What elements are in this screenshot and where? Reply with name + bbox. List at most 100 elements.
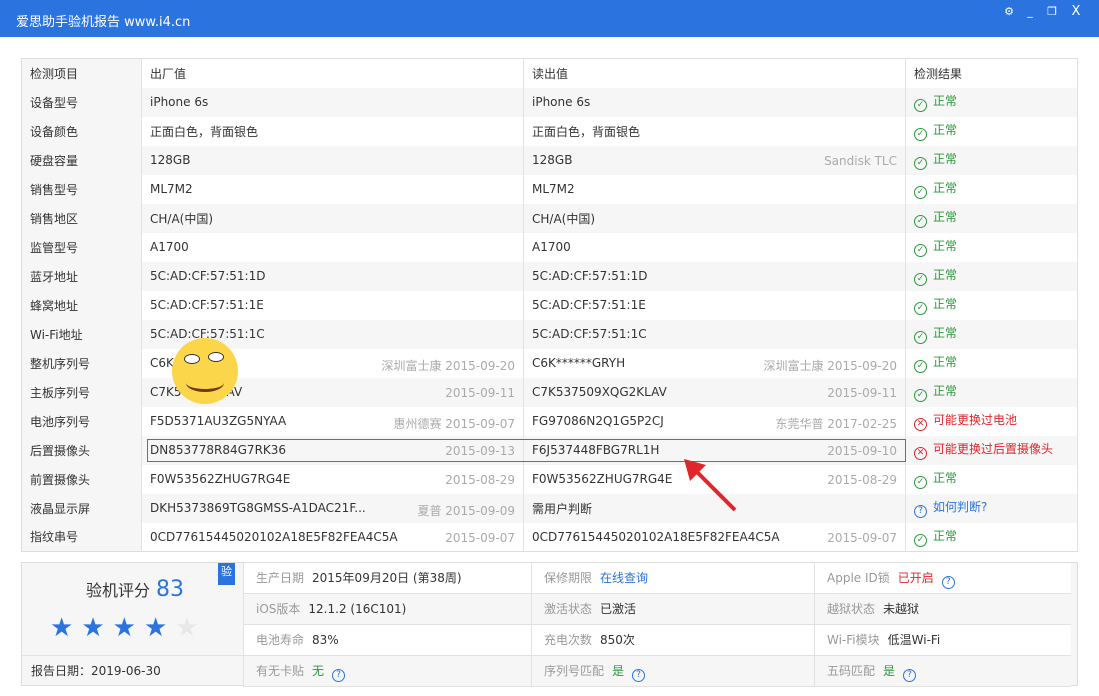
factory-text: 正面白色，背面银色 <box>150 124 259 139</box>
header-factory: 出厂值 <box>141 58 524 88</box>
read-text: C7K537509XQG2KLAV <box>532 385 667 399</box>
summary-value: 已开启 <box>897 571 934 585</box>
help-icon[interactable]: ? <box>332 669 346 682</box>
check-circle-icon: ✓ <box>914 128 927 141</box>
factory-text: DKH5373869TG8GMSS-A1DAC21F... <box>150 501 366 515</box>
result-cell: ✕ 可能更换过后置摄像头 <box>905 435 1078 465</box>
help-icon[interactable]: ? <box>903 669 917 682</box>
result-text: 正常 <box>933 471 958 485</box>
title-bar: 爱思助手验机报告 www.i4.cn ⚙ _ ❐ X <box>0 0 1099 37</box>
result-cell: ✓ 正常 <box>905 116 1078 146</box>
result-text: 正常 <box>933 181 958 195</box>
result-text: 正常 <box>933 384 958 398</box>
header-result: 检测结果 <box>905 58 1078 88</box>
factory-sub: 夏普 2015-09-09 <box>417 503 515 518</box>
read-text: 5C:AD:CF:57:51:1D <box>532 269 648 283</box>
summary-key: 越狱状态 <box>827 602 876 616</box>
read-sub: 2015-09-11 <box>827 385 897 400</box>
factory-sub: 深圳富士康 2015-09-20 <box>381 358 515 373</box>
header-read: 读出值 <box>523 58 906 88</box>
table-row: 设备颜色 正面白色，背面银色 正面白色，背面银色 ✓ 正常 <box>21 116 1078 146</box>
check-circle-icon: ✓ <box>914 476 927 489</box>
item-label: 指纹串号 <box>21 522 142 552</box>
read-text: F0W53562ZHUG7RG4E <box>532 472 673 486</box>
factory-text: 5C:AD:CF:57:51:1D <box>150 269 266 283</box>
score-box: 验机评分 83 ★★★★★ 验 <box>22 563 243 655</box>
check-circle-icon: ✓ <box>914 215 927 228</box>
result-cell: ✓ 正常 <box>905 377 1078 407</box>
item-label: 主板序列号 <box>21 377 142 407</box>
read-text: C6K******GRYH <box>532 356 626 370</box>
factory-value: ML7M2 <box>141 174 524 204</box>
settings-icon[interactable]: ⚙ <box>1000 4 1018 20</box>
summary-key: 电池寿命 <box>256 633 305 647</box>
read-value: 5C:AD:CF:57:51:1C <box>523 319 906 349</box>
factory-value: 5C:AD:CF:57:51:1D <box>141 261 524 291</box>
read-sub: 深圳富士康 2015-09-20 <box>763 358 897 373</box>
check-circle-icon: ✓ <box>914 360 927 373</box>
summary-panel: 验机评分 83 ★★★★★ 验 报告日期：2019-06-30 生产日期 2015年… <box>21 562 1078 687</box>
read-value: C7K537509XQG2KLAV 2015-09-11 <box>523 377 906 407</box>
result-cell[interactable]: ? 如何判断? <box>905 493 1078 523</box>
close-icon[interactable]: X <box>1067 4 1085 20</box>
read-sub: 东莞华普 2017-02-25 <box>775 416 897 431</box>
read-text: iPhone 6s <box>532 95 591 109</box>
factory-text: A1700 <box>150 240 189 254</box>
read-value: C6K******GRYH 深圳富士康 2015-09-20 <box>523 348 906 378</box>
minimize-icon[interactable]: _ <box>1021 4 1039 20</box>
summary-key: 保修期限 <box>544 571 593 585</box>
result-cell: ✓ 正常 <box>905 203 1078 233</box>
factory-value: DKH5373869TG8GMSS-A1DAC21F... 夏普 2015-09-… <box>141 493 524 523</box>
result-cell: ✓ 正常 <box>905 522 1078 552</box>
table-row: 前置摄像头 F0W53562ZHUG7RG4E 2015-08-29 F0W535… <box>21 464 1078 494</box>
header-item: 检测项目 <box>21 58 142 88</box>
highlight-box <box>147 439 906 462</box>
item-label: 电池序列号 <box>21 406 142 436</box>
star-icon: ★ <box>50 613 82 643</box>
factory-sub: 2015-09-07 <box>445 530 515 545</box>
help-icon[interactable]: ? <box>941 576 955 589</box>
result-text: 正常 <box>933 152 958 166</box>
read-value: 正面白色，背面银色 <box>523 116 906 146</box>
read-value: iPhone 6s <box>523 87 906 117</box>
factory-sub: 2015-09-11 <box>445 385 515 400</box>
summary-cell: 越狱状态 未越狱 <box>814 594 1071 625</box>
result-cell: ✕ 可能更换过电池 <box>905 406 1078 436</box>
result-text: 正常 <box>933 355 958 369</box>
result-cell: ✓ 正常 <box>905 319 1078 349</box>
item-label: 蓝牙地址 <box>21 261 142 291</box>
table-row: 指纹串号 0CD77615445020102A18E5F82FEA4C5A 201… <box>21 522 1078 552</box>
summary-value[interactable]: 在线查询 <box>600 571 648 585</box>
result-cell: ✓ 正常 <box>905 145 1078 175</box>
result-text: 正常 <box>933 528 958 543</box>
factory-value: F5D5371AU3ZG5NYAA 惠州德赛 2015-09-07 <box>141 406 524 436</box>
check-circle-icon: ✓ <box>914 331 927 344</box>
result-cell: ✓ 正常 <box>905 174 1078 204</box>
factory-text: 5C:AD:CF:57:51:1E <box>150 298 264 312</box>
factory-value: 5C:AD:CF:57:51:1E <box>141 290 524 320</box>
item-label: 液晶显示屏 <box>21 493 142 523</box>
summary-cell: iOS版本 12.1.2 (16C101) <box>243 594 531 625</box>
read-value: FG97086N2Q1G5P2CJ 东莞华普 2017-02-25 <box>523 406 906 436</box>
item-label: 前置摄像头 <box>21 464 142 494</box>
summary-cell: Wi-Fi模块 低温Wi-Fi <box>814 625 1071 656</box>
item-label: 监管型号 <box>21 232 142 262</box>
star-icon: ★ <box>112 613 144 643</box>
summary-key: 激活状态 <box>544 602 593 616</box>
factory-value: 0CD77615445020102A18E5F82FEA4C5A 2015-09-… <box>141 522 524 552</box>
factory-value: F0W53562ZHUG7RG4E 2015-08-29 <box>141 464 524 494</box>
result-text: 可能更换过后置摄像头 <box>933 442 1054 456</box>
table-row: 蜂窝地址 5C:AD:CF:57:51:1E 5C:AD:CF:57:51:1E… <box>21 290 1078 320</box>
check-circle-icon: ✓ <box>914 99 927 112</box>
factory-text: iPhone 6s <box>150 95 209 109</box>
score-label: 验机评分 <box>86 581 151 600</box>
red-arrow-icon <box>684 459 737 512</box>
check-circle-icon: ✓ <box>914 157 927 170</box>
score-value: 83 <box>156 577 185 602</box>
check-circle-icon: ✓ <box>914 389 927 402</box>
factory-text: 0CD77615445020102A18E5F82FEA4C5A <box>150 529 398 544</box>
restore-icon[interactable]: ❐ <box>1043 4 1061 20</box>
help-icon[interactable]: ? <box>632 669 646 682</box>
table-row: 监管型号 A1700 A1700 ✓ 正常 <box>21 232 1078 262</box>
check-circle-icon: ✓ <box>914 244 927 257</box>
